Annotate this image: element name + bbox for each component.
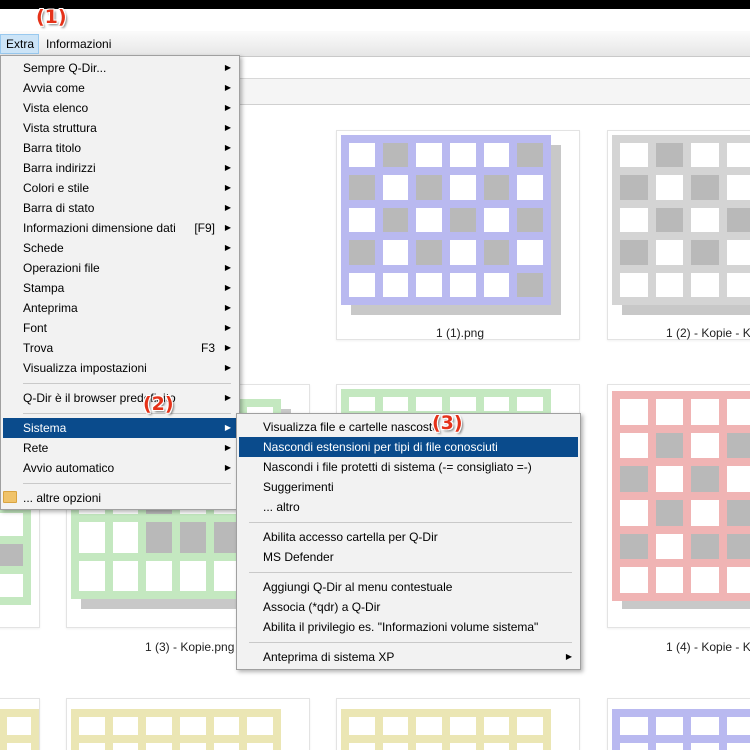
menu-informazioni[interactable]: Informazioni xyxy=(41,34,116,54)
menu-item-visualizza-nascoste[interactable]: Visualizza file e cartelle nascoste xyxy=(239,417,578,437)
file-name[interactable]: 1 (4) - Kopie - Ko xyxy=(666,640,750,654)
submenu-arrow-icon: ▶ xyxy=(224,63,231,72)
menu-item-trova[interactable]: Trova F3 ▶ xyxy=(3,338,237,358)
submenu-arrow-icon: ▶ xyxy=(224,123,231,132)
callout-step-2: (2) xyxy=(143,393,174,415)
callout-step-3: (3) xyxy=(432,412,463,434)
menu-item-abilita-accesso[interactable]: Abilita accesso cartella per Q-Dir xyxy=(239,527,578,547)
file-thumbnail-1-1[interactable] xyxy=(336,130,580,340)
menu-item-ms-defender[interactable]: MS Defender xyxy=(239,547,578,567)
menu-item-browser-predefinito[interactable]: Q-Dir è il browser predefinito ▶ xyxy=(3,388,237,408)
menu-item-barra-indirizzi[interactable]: Barra indirizzi ▶ xyxy=(3,158,237,178)
file-thumbnail-yellow-1[interactable] xyxy=(66,698,310,750)
callout-step-1: (1) xyxy=(36,6,67,28)
menu-item-colori-stile[interactable]: Colori e stile ▶ xyxy=(3,178,237,198)
submenu-arrow-icon: ▶ xyxy=(224,283,231,292)
submenu-arrow-icon: ▶ xyxy=(224,83,231,92)
submenu-arrow-icon: ▶ xyxy=(224,343,231,352)
submenu-arrow-icon: ▶ xyxy=(224,203,231,212)
menu-item-nascondi-protetti[interactable]: Nascondi i file protetti di sistema (-= … xyxy=(239,457,578,477)
menu-item-anteprima-xp[interactable]: Anteprima di sistema XP ▶ xyxy=(239,647,578,667)
menu-separator xyxy=(249,572,572,573)
menu-bar: Extra Informazioni xyxy=(0,31,750,57)
file-thumbnail-yellow-2[interactable] xyxy=(336,698,580,750)
menu-separator xyxy=(249,522,572,523)
menu-item-suggerimenti[interactable]: Suggerimenti xyxy=(239,477,578,497)
menu-item-visualizza-impostazioni[interactable]: Visualizza impostazioni ▶ xyxy=(3,358,237,378)
folder-icon xyxy=(3,491,17,503)
file-name[interactable]: 1 (1).png xyxy=(436,326,484,340)
file-thumbnail-1-2[interactable] xyxy=(607,130,750,340)
file-thumbnail-green-2[interactable] xyxy=(336,384,580,419)
submenu-arrow-icon: ▶ xyxy=(224,183,231,192)
sistema-submenu: Visualizza file e cartelle nascoste Nasc… xyxy=(236,413,581,670)
file-thumbnail-1-4[interactable] xyxy=(607,384,750,628)
submenu-arrow-icon: ▶ xyxy=(224,263,231,272)
submenu-arrow-icon: ▶ xyxy=(224,363,231,372)
menu-item-info-dimensione[interactable]: Informazioni dimensione dati [F9] ▶ xyxy=(3,218,237,238)
menu-item-altre-opzioni[interactable]: ... altre opzioni xyxy=(3,488,237,508)
menu-item-rete[interactable]: Rete ▶ xyxy=(3,438,237,458)
extra-menu: Sempre Q-Dir... ▶ Avvia come ▶ Vista elenc… xyxy=(0,55,240,510)
file-thumbnail-blue-3[interactable] xyxy=(607,698,750,750)
menu-item-vista-elenco[interactable]: Vista elenco ▶ xyxy=(3,98,237,118)
window-title-bar xyxy=(0,0,750,9)
menu-item-altro[interactable]: ... altro xyxy=(239,497,578,517)
file-name[interactable]: 1 (3) - Kopie.png xyxy=(145,640,234,654)
menu-item-associa-qdr[interactable]: Associa (*qdr) a Q-Dir xyxy=(239,597,578,617)
menu-separator xyxy=(23,413,231,414)
menu-item-anteprima[interactable]: Anteprima ▶ xyxy=(3,298,237,318)
menu-extra[interactable]: Extra xyxy=(0,34,39,54)
submenu-arrow-icon: ▶ xyxy=(224,303,231,312)
submenu-arrow-icon: ▶ xyxy=(224,223,231,232)
file-thumbnail-partial[interactable] xyxy=(0,698,40,750)
submenu-arrow-icon: ▶ xyxy=(224,143,231,152)
menu-item-aggiungi-menu-contestuale[interactable]: Aggiungi Q-Dir al menu contestuale xyxy=(239,577,578,597)
menu-item-barra-stato[interactable]: Barra di stato ▶ xyxy=(3,198,237,218)
menu-separator xyxy=(249,642,572,643)
menu-item-sempre-qdir[interactable]: Sempre Q-Dir... ▶ xyxy=(3,58,237,78)
menu-item-operazioni-file[interactable]: Operazioni file ▶ xyxy=(3,258,237,278)
submenu-arrow-icon: ▶ xyxy=(224,163,231,172)
menu-item-nascondi-estensioni[interactable]: Nascondi estensioni per tipi di file con… xyxy=(239,437,578,457)
menu-item-vista-struttura[interactable]: Vista struttura ▶ xyxy=(3,118,237,138)
menu-item-font[interactable]: Font ▶ xyxy=(3,318,237,338)
menu-item-schede[interactable]: Schede ▶ xyxy=(3,238,237,258)
menu-item-avvia-come[interactable]: Avvia come ▶ xyxy=(3,78,237,98)
menu-item-avvio-automatico[interactable]: Avvio automatico ▶ xyxy=(3,458,237,478)
submenu-arrow-icon: ▶ xyxy=(224,243,231,252)
submenu-arrow-icon: ▶ xyxy=(224,443,231,452)
menu-separator xyxy=(23,383,231,384)
submenu-arrow-icon: ▶ xyxy=(224,323,231,332)
submenu-arrow-icon: ▶ xyxy=(224,423,231,432)
menu-separator xyxy=(23,483,231,484)
submenu-arrow-icon: ▶ xyxy=(224,103,231,112)
menu-item-sistema[interactable]: Sistema ▶ xyxy=(3,418,237,438)
submenu-arrow-icon: ▶ xyxy=(224,393,231,402)
submenu-arrow-icon: ▶ xyxy=(224,463,231,472)
file-name[interactable]: 1 (2) - Kopie - Ko xyxy=(666,326,750,340)
submenu-arrow-icon: ▶ xyxy=(565,652,572,661)
menu-item-barra-titolo[interactable]: Barra titolo ▶ xyxy=(3,138,237,158)
menu-item-abilita-privilegio[interactable]: Abilita il privilegio es. "Informazioni … xyxy=(239,617,578,637)
menu-item-stampa[interactable]: Stampa ▶ xyxy=(3,278,237,298)
